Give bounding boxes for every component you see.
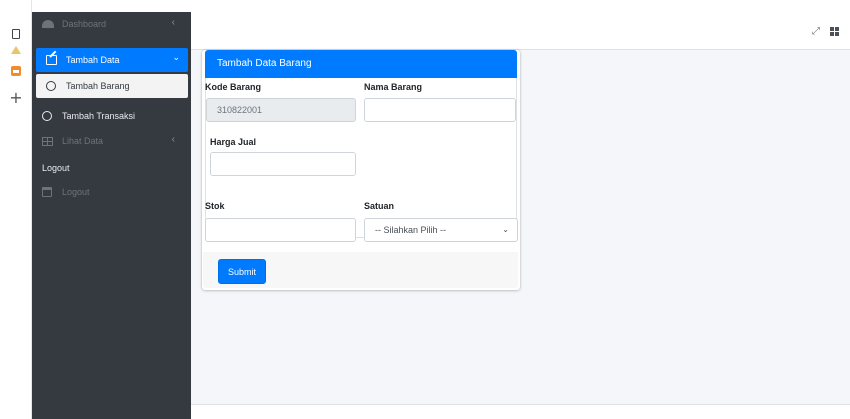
- sidebar-item-label: Logout: [62, 187, 90, 197]
- kode-barang-label: Kode Barang: [205, 82, 262, 92]
- sidebar-item-label: Tambah Data: [66, 55, 120, 65]
- chevron-down-icon: ⌄: [502, 225, 509, 234]
- apps-icon[interactable]: [830, 27, 840, 36]
- chevron-left-icon: ‹: [171, 134, 175, 145]
- calendar-icon: [42, 187, 56, 197]
- kode-barang-field[interactable]: 310822001: [206, 98, 356, 122]
- stok-field[interactable]: [205, 218, 356, 242]
- browser-side-rail: +: [0, 0, 32, 419]
- sidebar-item-dashboard[interactable]: Dashboard ‹: [32, 12, 191, 36]
- top-navbar: ⤢: [191, 12, 850, 50]
- sidebar-item-tambah-data[interactable]: Tambah Data ⌄: [36, 48, 188, 72]
- sidebar-item-label: Tambah Barang: [66, 81, 130, 91]
- sidebar-item-lihat-data[interactable]: Lihat Data ‹: [32, 129, 191, 153]
- warning-icon[interactable]: [9, 44, 23, 56]
- dashboard-icon: [42, 20, 56, 28]
- edit-icon: [46, 55, 60, 65]
- satuan-select[interactable]: -- Silahkan Pilih -- ⌄: [364, 218, 518, 242]
- sidebar-item-label: Tambah Transaksi: [62, 111, 136, 121]
- submit-button[interactable]: Submit: [218, 259, 266, 284]
- sidebar-item-tambah-transaksi[interactable]: Tambah Transaksi: [32, 104, 191, 128]
- tab-icon[interactable]: [9, 28, 23, 40]
- harga-jual-field[interactable]: [210, 152, 356, 176]
- sidebar-section-header: Logout: [42, 163, 70, 173]
- expand-icon[interactable]: ⤢: [812, 26, 820, 37]
- card-title: Tambah Data Barang: [205, 50, 517, 78]
- sidebar-item-label: Lihat Data: [62, 136, 104, 146]
- satuan-label: Satuan: [364, 201, 395, 211]
- harga-jual-label: Harga Jual: [210, 137, 257, 147]
- sidebar-item-label: Dashboard: [62, 19, 107, 29]
- satuan-selected-value: -- Silahkan Pilih --: [375, 225, 447, 235]
- nama-barang-label: Nama Barang: [364, 82, 423, 92]
- divider: [191, 404, 850, 405]
- circle-icon: [42, 111, 56, 121]
- sidebar-item-logout[interactable]: Logout: [32, 180, 191, 204]
- calendar-app-icon[interactable]: [9, 65, 23, 77]
- sidebar: Dashboard ‹ Tambah Data ⌄ Tambah Barang …: [32, 12, 191, 419]
- stok-label: Stok: [205, 201, 225, 211]
- nama-barang-field[interactable]: [364, 98, 516, 122]
- chevron-left-icon: ‹: [171, 17, 175, 28]
- circle-icon: [46, 81, 60, 91]
- add-icon[interactable]: +: [9, 90, 23, 106]
- chevron-down-icon: ⌄: [172, 52, 180, 62]
- sidebar-item-tambah-barang[interactable]: Tambah Barang: [36, 74, 188, 98]
- table-icon: [42, 136, 56, 146]
